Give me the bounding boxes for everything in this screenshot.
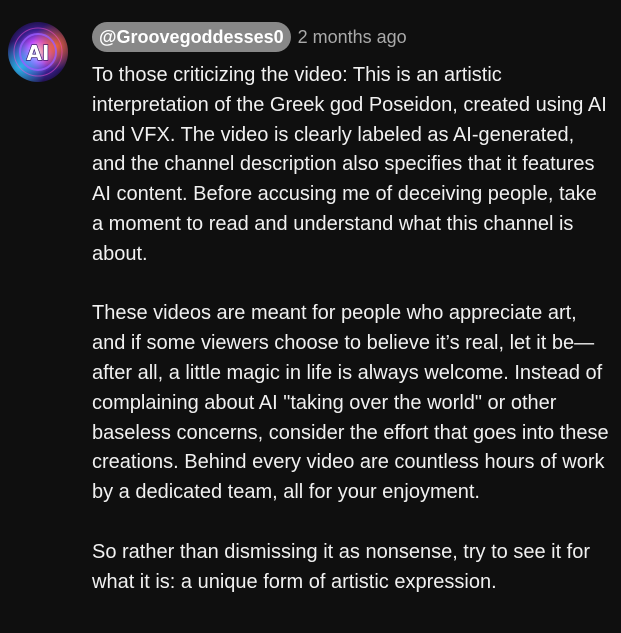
comment-body: To those criticizing the video: This is …: [92, 61, 612, 597]
comment-paragraph-3: So rather than dismissing it as nonsense…: [92, 540, 591, 593]
comment-header: @Groovegoddesses0 2 months ago: [92, 22, 407, 52]
comment-paragraph-2: These videos are meant for people who ap…: [92, 302, 609, 504]
comment-thread: AI @Groovegoddesses0 2 months ago To tho…: [0, 0, 621, 633]
comment-timestamp[interactable]: 2 months ago: [298, 22, 407, 52]
avatar-letters: AI: [27, 41, 50, 65]
comment-paragraph-1: To those criticizing the video: This is …: [92, 64, 607, 265]
ai-avatar-icon[interactable]: AI: [8, 22, 68, 82]
author-name-chip[interactable]: @Groovegoddesses0: [92, 22, 291, 52]
